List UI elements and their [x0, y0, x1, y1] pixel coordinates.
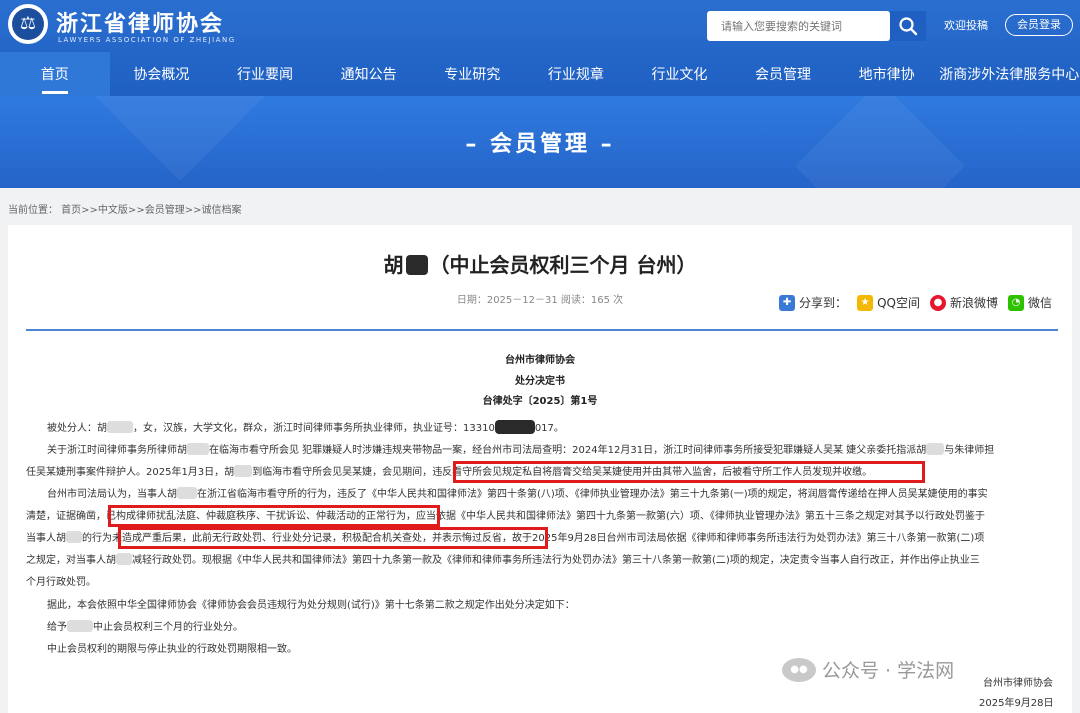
nav-item-about[interactable]: 协会概况: [110, 52, 214, 96]
text: 给予: [47, 622, 67, 633]
highlight-box: [108, 505, 440, 527]
wechat-watermark: ●● 公众号 · 学法网: [782, 656, 954, 683]
highlight-box: [453, 461, 925, 483]
text: 任吴某婕刑事案件辩护人。2025年1月3日，胡: [26, 467, 235, 478]
site-logo-text[interactable]: 浙江省律师协会: [56, 6, 224, 38]
nav-item-member-management[interactable]: 会员管理: [731, 52, 835, 96]
text: 中止会员权利三个月的行业处分。: [93, 622, 243, 633]
text: 关于浙江时间律师事务所律师胡: [47, 445, 187, 456]
text: 减轻行政处罚。现根据《中华人民共和国律师法》第四十九条第一款及《律师和律师事务所…: [132, 555, 980, 566]
site-logo-english: LAWYERS ASSOCIATION OF ZHEJIANG: [58, 36, 236, 44]
redaction-mark: [926, 443, 945, 455]
text: ，女，汉族，大学文化，群众，浙江时间律师事务所执业律师，执业证号：13310: [133, 423, 495, 434]
search-button[interactable]: [890, 11, 926, 41]
redaction-mark: [494, 420, 535, 434]
text: 故于2025年9月28日台州市司法局依据《律师和律师事务所违法行为处罚办法》第三…: [512, 533, 985, 544]
text: 台州市司法局认为，当事人胡: [47, 489, 177, 500]
breadcrumb: 当前位置： 首页>>中文版>>会员管理>>诚信档案: [8, 205, 242, 216]
redaction-mark: [67, 620, 93, 632]
watermark-text: 公众号 · 学法网: [822, 660, 955, 682]
paragraph-decision: 给予 中止会员权利三个月的行业处分。: [47, 617, 243, 639]
paragraph-ruling-1: 台州市司法局认为，当事人胡 在浙江省临海市看守所的行为，违反了《中华人民共和国律师…: [47, 484, 988, 506]
text: 之规定，对当事人胡: [26, 555, 116, 566]
search-icon: [899, 17, 918, 36]
paragraph-subject: 被处分人：胡 ，女，汉族，大学文化，群众，浙江时间律师事务所执业律师，执业证号：1…: [47, 418, 564, 440]
nav-item-foreign-legal-center[interactable]: 浙商涉外法律服务中心: [938, 52, 1079, 96]
text: 与朱律师担: [944, 445, 995, 456]
title-divider: [26, 329, 1058, 331]
site-header: ⚖ 浙江省律师协会 LAWYERS ASSOCIATION OF ZHEJIAN…: [0, 0, 1080, 96]
share-bar: ✚ 分享到： ★ QQ空间 ● 新浪微博 ◔ 微信: [779, 294, 1052, 311]
nav-item-home[interactable]: 首页: [0, 52, 110, 96]
section-banner: – 会员管理 –: [0, 96, 1080, 188]
text: 清楚，证据确凿，: [26, 511, 106, 522]
text: 在浙江省临海市看守所的行为，违反了《中华人民共和国律师法》第四十条第(八)项、《…: [197, 489, 988, 500]
qzone-star-icon[interactable]: ★: [857, 294, 874, 311]
paragraph-ruling-5: 个月行政处罚。: [26, 577, 96, 588]
share-qzone[interactable]: QQ空间: [877, 294, 920, 311]
text: 到临海市看守所会见吴某婕，会见期间，: [252, 467, 433, 478]
redaction-mark: [187, 443, 209, 455]
share-weibo[interactable]: 新浪微博: [950, 294, 998, 311]
article-title: 胡 （中止会员权利三个月 台州）: [8, 249, 1072, 278]
text: 应当依据《中华人民共和国律师法》第四十九条第一款第(六）项、《律师执业管理办法》…: [416, 511, 985, 522]
paragraph-basis: 据此，本会依照中华全国律师协会《律师协会会员违规行为处分规则(试行)》第十七条第…: [47, 600, 575, 611]
nav-item-research[interactable]: 专业研究: [420, 52, 524, 96]
text: 的行为: [82, 533, 112, 544]
text: 当事人胡: [26, 533, 66, 544]
main-nav: 首页 协会概况 行业要闻 通知公告 专业研究 行业规章 行业文化 会员管理 地市…: [0, 52, 1080, 96]
wechat-icon[interactable]: ◔: [1007, 294, 1024, 311]
redaction-mark: [107, 421, 133, 433]
text: 017。: [534, 423, 564, 434]
nav-item-notices[interactable]: 通知公告: [317, 52, 421, 96]
wechat-watermark-icon: ●●: [782, 657, 816, 682]
text: 在临海市看守所会见 犯罪嫌疑人时涉嫌违规夹带物品一案，经台州市司法局查明：202…: [209, 445, 927, 456]
paragraph-facts-1: 关于浙江时间律师事务所律师胡 在临海市看守所会见 犯罪嫌疑人时涉嫌违规夹带物品一案…: [47, 440, 994, 462]
text: 被处分人：胡: [47, 423, 107, 434]
doc-org: 台州市律师协会: [505, 355, 575, 366]
association-emblem-icon[interactable]: ⚖: [8, 4, 48, 44]
redaction-mark: [116, 553, 132, 565]
share-label: 分享到：: [799, 296, 848, 310]
highlight-box: [118, 527, 548, 549]
redaction-mark: [405, 255, 428, 275]
submit-article-link[interactable]: 欢迎投稿: [944, 17, 988, 33]
redaction-mark: [234, 465, 253, 477]
banner-title: – 会员管理 –: [465, 132, 615, 157]
article-title-prefix: 胡: [383, 253, 404, 277]
weibo-icon[interactable]: ●: [929, 294, 946, 311]
signature-date: 2025年9月28日: [979, 698, 1054, 709]
nav-item-regulations[interactable]: 行业规章: [524, 52, 628, 96]
share-wechat[interactable]: 微信: [1028, 294, 1052, 311]
share-plus-icon[interactable]: ✚: [779, 294, 796, 311]
signature-org: 台州市律师协会: [983, 678, 1053, 689]
paragraph-ruling-4: 之规定，对当事人胡 减轻行政处罚。现根据《中华人民共和国律师法》第四十九条第一款及…: [26, 550, 980, 572]
doc-number: 台律处字〔2025〕第1号: [482, 396, 598, 407]
article-title-suffix: （中止会员权利三个月 台州）: [429, 253, 697, 277]
member-login-button[interactable]: 会员登录: [1005, 14, 1073, 36]
nav-item-city-associations[interactable]: 地市律协: [835, 52, 939, 96]
nav-item-news[interactable]: 行业要闻: [213, 52, 317, 96]
paragraph-term: 中止会员权利的期限与停止执业的行政处罚期限相一致。: [47, 644, 297, 655]
search-input[interactable]: [707, 11, 890, 41]
nav-item-culture[interactable]: 行业文化: [628, 52, 732, 96]
doc-type: 处分决定书: [515, 376, 565, 387]
redaction-mark: [177, 487, 197, 499]
redaction-mark: [66, 531, 82, 543]
